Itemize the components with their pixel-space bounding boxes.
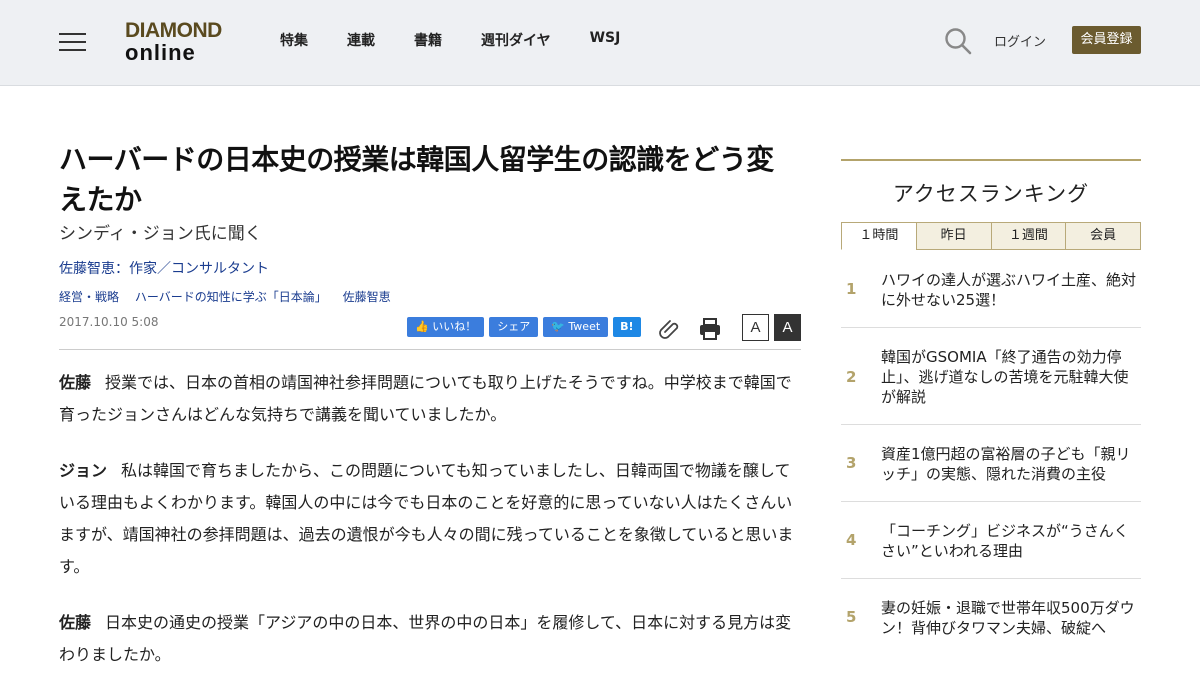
nav-item-rensai[interactable]: 連載	[347, 30, 375, 50]
article: ハーバードの日本史の授業は韓国人留学生の認識をどう変えたか シンディ・ジョン氏に…	[59, 140, 801, 664]
paragraph: ジョン 私は韓国で育ちましたから、この問題についても知っていましたし、日韓両国で物…	[59, 455, 801, 583]
facebook-share-button[interactable]: シェア	[489, 317, 539, 337]
divider	[59, 349, 801, 350]
ranking-item[interactable]: 5 妻の妊娠・退職で世帯年収500万ダウン！背伸びタワマン夫婦、破綻へ	[841, 579, 1141, 656]
tab-1hour[interactable]: １時間	[841, 222, 917, 250]
paragraph: 佐藤 授業では、日本の首相の靖国神社参拝問題についても取り上げたそうですね。中学校…	[59, 367, 801, 431]
logo-line2: online	[125, 40, 196, 65]
ranking-item[interactable]: 4 「コーチング」ビジネスが“うさんくさい”といわれる理由	[841, 502, 1141, 579]
hatena-bookmark-button[interactable]: B!	[613, 317, 641, 337]
share-buttons: 👍 いいね！ シェア 🐦 Tweet B!	[407, 317, 641, 337]
login-link[interactable]: ログイン	[994, 31, 1046, 50]
rank-number: 1	[846, 280, 857, 298]
like-label: いいね！	[432, 320, 477, 333]
nav-item-shoseki[interactable]: 書籍	[414, 30, 442, 50]
search-icon[interactable]	[944, 27, 972, 55]
rank-title: 資産1億円超の富裕層の子ども「親リッチ」の実態、隠れた消費の主役	[881, 445, 1131, 483]
divider	[841, 159, 1141, 161]
paragraph-text: 授業では、日本の首相の靖国神社参拝問題についても取り上げたそうですね。中学校まで…	[59, 373, 792, 424]
tag-link[interactable]: ハーバードの知性に学ぶ「日本論」	[135, 290, 327, 304]
article-body: 佐藤 授業では、日本の首相の靖国神社参拝問題についても取り上げたそうですね。中学校…	[59, 367, 801, 695]
menu-icon[interactable]	[59, 31, 86, 53]
ranking-sidebar: アクセスランキング １時間 昨日 １週間 会員 1 ハワイの達人が選ぶハワイ土産…	[841, 159, 1141, 656]
paragraph-text: 日本史の通史の授業「アジアの中の日本、世界の中の日本」を履修して、日本に対する見…	[59, 613, 792, 664]
ranking-title: アクセスランキング	[892, 182, 1090, 206]
paragraph-text: 私は韓国で育ちましたから、この問題についても知っていましたし、日韓両国で物議を醸…	[59, 461, 794, 576]
font-size-small-button[interactable]: A	[742, 314, 769, 341]
tag-link[interactable]: 経営・戦略	[59, 290, 119, 304]
tweet-label: Tweet	[568, 320, 601, 333]
main-nav: 特集 連載 書籍 週刊ダイヤ WSJ	[280, 30, 659, 50]
tab-1week[interactable]: １週間	[990, 222, 1067, 250]
ranking-tabs: １時間 昨日 １週間 会員	[841, 222, 1141, 250]
nav-item-tokushu[interactable]: 特集	[280, 30, 308, 50]
tab-yesterday[interactable]: 昨日	[915, 222, 992, 250]
rank-title: ハワイの達人が選ぶハワイ土産、絶対に外せない25選！	[881, 271, 1137, 309]
rank-title: 韓国がGSOMIA「終了通告の効力停止」、逃げ道なしの苦境を元駐韓大使が解説	[881, 348, 1129, 406]
print-icon[interactable]	[697, 316, 723, 342]
ranking-item[interactable]: 3 資産1億円超の富裕層の子ども「親リッチ」の実態、隠れた消費の主役	[841, 425, 1141, 502]
publish-date: 2017.10.10 5:08	[59, 315, 159, 329]
rank-number: 4	[846, 531, 857, 549]
tag-link[interactable]: 佐藤智恵	[343, 290, 391, 304]
article-subtitle: シンディ・ジョン氏に聞く	[59, 224, 262, 244]
speaker: 佐藤	[59, 373, 92, 392]
rank-number: 3	[846, 454, 857, 472]
paragraph: 佐藤 日本史の通史の授業「アジアの中の日本、世界の中の日本」を履修して、日本に対す…	[59, 607, 801, 671]
article-title: ハーバードの日本史の授業は韓国人留学生の認識をどう変えたか	[59, 143, 774, 216]
site-header: DIAMOND online 特集 連載 書籍 週刊ダイヤ WSJ ログイン 会…	[0, 0, 1200, 86]
ranking-item[interactable]: 1 ハワイの達人が選ぶハワイ土産、絶対に外せない25選！	[841, 250, 1141, 328]
nav-item-wsj[interactable]: WSJ	[590, 30, 621, 50]
ranking-item[interactable]: 2 韓国がGSOMIA「終了通告の効力停止」、逃げ道なしの苦境を元駐韓大使が解説	[841, 328, 1141, 425]
tweet-button[interactable]: 🐦 Tweet	[543, 317, 609, 337]
site-logo[interactable]: DIAMOND online	[125, 20, 227, 66]
nav-item-weekly[interactable]: 週刊ダイヤ	[481, 30, 551, 50]
author-link[interactable]: 佐藤智恵：作家／コンサルタント	[59, 258, 801, 278]
clip-icon[interactable]	[657, 316, 683, 342]
facebook-like-button[interactable]: 👍 いいね！	[407, 317, 485, 337]
rank-title: 妻の妊娠・退職で世帯年収500万ダウン！背伸びタワマン夫婦、破綻へ	[881, 599, 1135, 637]
register-button[interactable]: 会員登録	[1072, 26, 1141, 54]
tag-list: 経営・戦略 ハーバードの知性に学ぶ「日本論」 佐藤智恵	[59, 288, 403, 305]
speaker: 佐藤	[59, 613, 92, 632]
rank-title: 「コーチング」ビジネスが“うさんくさい”といわれる理由	[881, 522, 1129, 560]
rank-number: 5	[846, 608, 857, 626]
font-size-large-button[interactable]: A	[774, 314, 801, 341]
logo-line1: DIAMOND	[125, 19, 222, 42]
rank-number: 2	[846, 368, 857, 386]
tab-members[interactable]: 会員	[1065, 222, 1141, 250]
speaker: ジョン	[59, 461, 108, 480]
